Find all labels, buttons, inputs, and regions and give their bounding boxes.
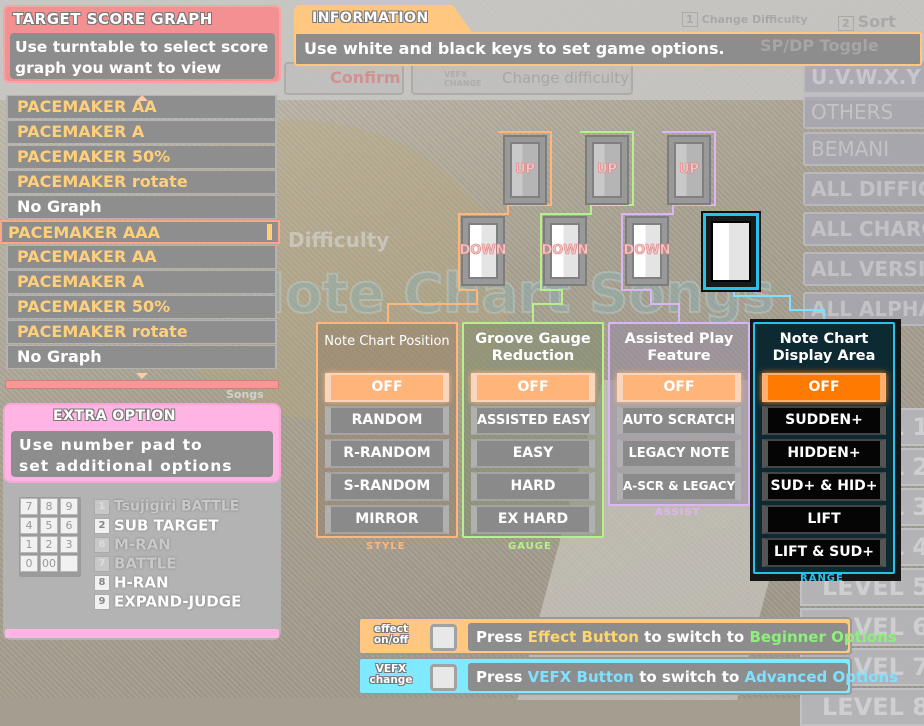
- option-column-style: Note Chart Position OFF RANDOM R-RANDOM …: [316, 322, 458, 538]
- range-tag: RANGE: [800, 573, 844, 584]
- background-hint-spdp: SP/DP Toggle: [760, 36, 879, 55]
- assist-tag: ASSIST: [655, 507, 701, 518]
- option-button-selected[interactable]: OFF: [325, 373, 449, 402]
- option-button[interactable]: LIFT & SUD+: [762, 538, 886, 567]
- option-button-selected[interactable]: OFF: [762, 373, 886, 402]
- effect-bar: effect on/off Press Effect Button to swit…: [358, 617, 897, 655]
- gauge-up-key[interactable]: UP: [585, 135, 629, 205]
- option-button[interactable]: SUDDEN+: [762, 406, 886, 435]
- option-button[interactable]: HIDDEN+: [762, 439, 886, 468]
- option-column-range: Note Chart Display Area OFF SUDDEN+ HIDDE…: [753, 322, 895, 574]
- range-connector-line: [733, 288, 825, 322]
- option-column-title: Note Chart Display Area: [772, 331, 876, 364]
- option-button-selected[interactable]: OFF: [617, 373, 741, 402]
- option-button[interactable]: HARD: [471, 472, 595, 501]
- range-key-active[interactable]: [701, 211, 761, 292]
- gauge-down-key[interactable]: DOWN: [541, 216, 589, 286]
- option-button[interactable]: S-RANDOM: [325, 472, 449, 501]
- style-down-key[interactable]: DOWN: [459, 216, 507, 286]
- option-column-title: Note Chart Position: [324, 334, 450, 349]
- option-button[interactable]: ASSISTED EASY: [471, 406, 595, 435]
- option-button-selected[interactable]: OFF: [471, 373, 595, 402]
- option-button[interactable]: AUTO SCRATCH: [617, 406, 741, 435]
- vefx-button-icon[interactable]: [430, 664, 457, 691]
- effect-message: Press Effect Button to switch to Beginne…: [468, 623, 897, 651]
- style-tag: STYLE: [366, 541, 406, 552]
- assist-down-key[interactable]: DOWN: [623, 216, 671, 286]
- option-button[interactable]: A-SCR & LEGACY: [617, 472, 741, 501]
- style-up-key[interactable]: UP: [503, 135, 547, 205]
- vefx-bar: VEFX change Press VEFX Button to switch t…: [358, 657, 898, 695]
- assist-up-key[interactable]: UP: [667, 135, 711, 205]
- option-button[interactable]: LIFT: [762, 505, 886, 534]
- option-column-assist: Assisted Play Feature OFF AUTO SCRATCH LE…: [608, 322, 750, 506]
- gauge-tag: GAUGE: [508, 541, 552, 552]
- option-button[interactable]: RANDOM: [325, 406, 449, 435]
- option-button[interactable]: SUD+ & HID+: [762, 472, 886, 501]
- option-column-title: Assisted Play Feature: [624, 331, 734, 364]
- option-button[interactable]: EASY: [471, 439, 595, 468]
- effect-tag: effect on/off: [373, 623, 409, 646]
- option-column-title: Groove Gauge Reduction: [475, 331, 591, 364]
- vefx-tag: VEFX change: [369, 663, 413, 686]
- option-button[interactable]: MIRROR: [325, 505, 449, 534]
- option-column-gauge: Groove Gauge Reduction OFF ASSISTED EASY …: [462, 322, 604, 538]
- effect-button-icon[interactable]: [430, 624, 457, 651]
- option-button[interactable]: R-RANDOM: [325, 439, 449, 468]
- option-button[interactable]: EX HARD: [471, 505, 595, 534]
- vefx-message: Press VEFX Button to switch to Advanced …: [468, 663, 898, 691]
- option-button[interactable]: LEGACY NOTE: [617, 439, 741, 468]
